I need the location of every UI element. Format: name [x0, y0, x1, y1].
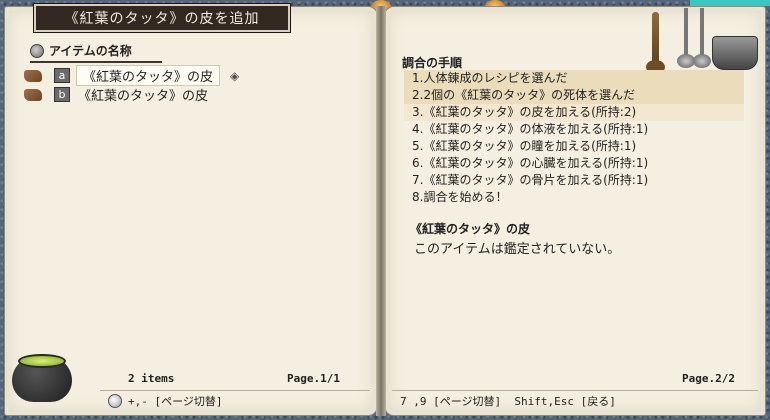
item-description: このアイテムは鑑定されていない。: [414, 242, 621, 257]
item-name-header-label: アイテムの名称: [49, 44, 132, 58]
divider: [100, 390, 370, 391]
hide-icon: [24, 88, 42, 101]
hint-text: 7 ,9 [ページ切替] Shift,Esc [戻る]: [400, 395, 616, 408]
hint-bar: +,- [ページ切替]: [108, 392, 223, 410]
wooden-spoon-icon: [646, 12, 665, 74]
book-gutter: [376, 6, 386, 416]
selected-item-name: 《紅葉のタッタ》の皮: [410, 222, 531, 236]
recipe-steps: 1.人体錬成のレシピを選んだ 2.2個の《紅葉のタッタ》の死体を選んだ 3.《紅…: [404, 70, 744, 206]
diamond-cursor-icon: ◈: [230, 68, 240, 83]
recipe-steps-heading: 調合の手順: [402, 56, 463, 70]
recipe-step: 6.《紅葉のタッタ》の心臓を加える(所持:1): [412, 156, 649, 170]
ladle-icon: [677, 8, 695, 68]
window-title: 《紅葉のタッタ》の皮を追加: [33, 3, 291, 33]
recipe-step: 4.《紅葉のタッタ》の体液を加える(所持:1): [412, 122, 649, 136]
item-label: 《紅葉のタッタ》の皮: [76, 65, 221, 86]
item-label: 《紅葉のタッタ》の皮: [78, 89, 209, 104]
item-name-header: アイテムの名称: [30, 42, 162, 63]
ladle-icon: [693, 8, 711, 68]
lightbulb-icon: [108, 394, 122, 408]
hide-icon: [24, 69, 42, 82]
recipe-step: 7.《紅葉のタッタ》の骨片を加える(所持:1): [412, 173, 649, 187]
recipe-step: 2.2個の《紅葉のタッタ》の死体を選んだ: [404, 87, 744, 104]
hint-bar: 7 ,9 [ページ切替] Shift,Esc [戻る]: [400, 392, 616, 410]
hint-text: +,- [ページ切替]: [128, 395, 223, 408]
list-item[interactable]: a 《紅葉のタッタ》の皮 ◈: [24, 65, 354, 86]
recipe-step: 5.《紅葉のタッタ》の瞳を加える(所持:1): [412, 139, 637, 153]
page-indicator: Page.2/2: [682, 372, 735, 385]
recipe-step-current: 3.《紅葉のタッタ》の皮を加える(所持:2): [404, 104, 744, 121]
recipe-step: 8.調合を始める！: [412, 190, 508, 204]
cauldron-icon: [8, 346, 76, 404]
left-footer: 2 items Page.1/1: [128, 372, 340, 385]
pot-icon: [712, 36, 758, 70]
item-key: b: [54, 87, 70, 102]
item-list: a 《紅葉のタッタ》の皮 ◈ b 《紅葉のタッタ》の皮: [24, 65, 354, 104]
item-count: 2 items: [128, 372, 175, 385]
divider: [392, 390, 758, 391]
recipe-step: 1.人体錬成のレシピを選んだ: [404, 70, 744, 87]
bullet-icon: [30, 43, 44, 58]
item-key: a: [54, 68, 70, 83]
kitchen-tools-decoration: [636, 6, 764, 74]
page-indicator: Page.1/1: [287, 372, 340, 385]
list-item[interactable]: b 《紅葉のタッタ》の皮: [24, 85, 354, 104]
